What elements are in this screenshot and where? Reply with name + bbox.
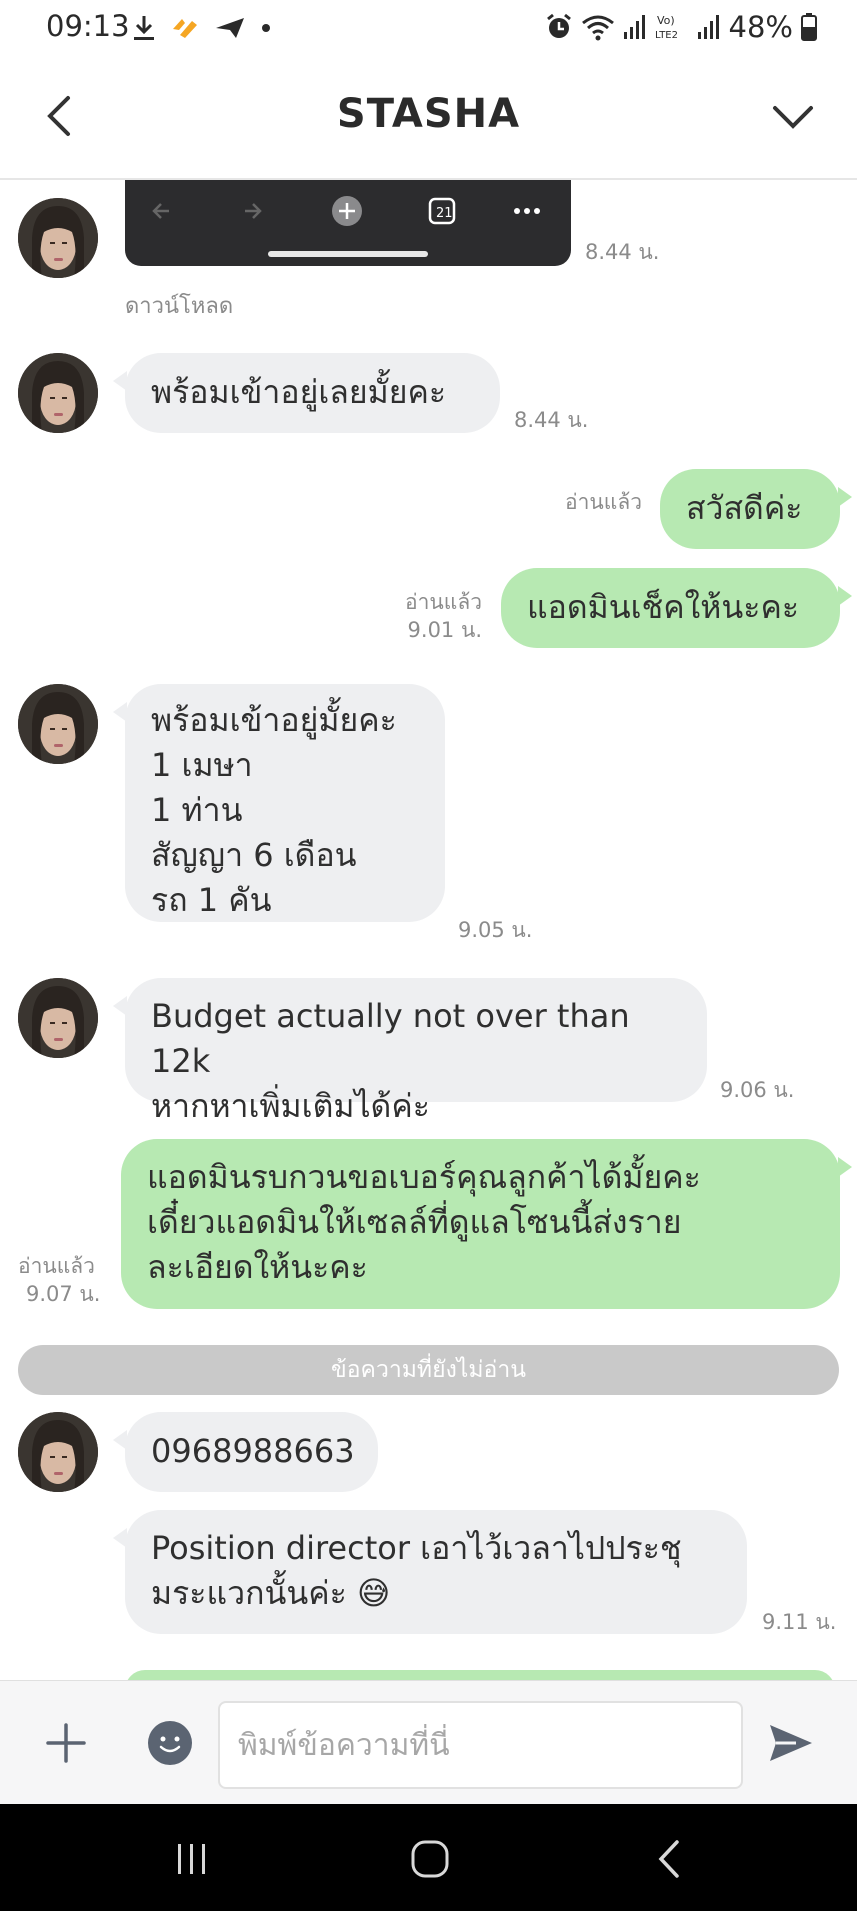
incoming-message[interactable]: พร้อมเข้าอยู่เลยมั้ยคะ bbox=[113, 353, 500, 433]
incoming-message[interactable]: Budget actually not over than 12k หากหาเ… bbox=[113, 978, 707, 1125]
avatar[interactable] bbox=[18, 1412, 98, 1492]
more-icon bbox=[514, 208, 540, 214]
avatar[interactable] bbox=[18, 353, 98, 433]
message-line: รถ 1 คัน bbox=[151, 881, 272, 919]
app-icon bbox=[173, 19, 197, 38]
message-time: 9.11 น. bbox=[762, 1610, 837, 1634]
home-indicator bbox=[268, 251, 428, 257]
message-line: 1 เมษา bbox=[151, 746, 253, 784]
signal-icon bbox=[623, 15, 645, 39]
volte-icon: Vo) LTE2 bbox=[655, 14, 678, 41]
unread-divider: ข้อความที่ยังไม่อ่าน bbox=[18, 1345, 839, 1395]
message-line: มระแวกนั้นค่ะ 😅 bbox=[151, 1574, 391, 1612]
message-line: หากหาเพิ่มเติมได้ค่ะ bbox=[151, 1087, 430, 1125]
avatar-image bbox=[18, 1412, 98, 1492]
image-attachment[interactable]: 21 bbox=[125, 180, 571, 266]
message-input[interactable] bbox=[218, 1701, 743, 1789]
wifi-icon bbox=[581, 15, 614, 41]
message-time: 9.01 น. bbox=[407, 618, 482, 642]
message-line: ละเอียดให้นะคะ bbox=[147, 1248, 368, 1286]
message-time: 9.05 น. bbox=[458, 918, 533, 942]
battery-percent: 48% bbox=[728, 10, 793, 44]
message-composer bbox=[0, 1680, 857, 1804]
message-line: แอดมินรบกวนขอเบอร์คุณลูกค้าได้มั้ยคะ bbox=[147, 1158, 701, 1196]
avatar-image bbox=[18, 684, 98, 764]
message-text: สวัสดีค่ะ bbox=[686, 489, 803, 527]
read-receipt: อ่านแล้ว bbox=[18, 1254, 95, 1278]
chat-messages[interactable]: 21 8.44 น. ดาวน์โหลด พร้อมเข้าอยู่เลยมั้… bbox=[0, 180, 857, 1680]
message-line: Position director เอาไว้เวลาไปประชุ bbox=[151, 1529, 682, 1567]
avatar[interactable] bbox=[18, 978, 98, 1058]
download-icon bbox=[134, 16, 154, 40]
back-icon[interactable] bbox=[645, 1834, 695, 1884]
system-icons: Vo) LTE2 48% bbox=[545, 9, 817, 45]
alarm-icon bbox=[546, 13, 571, 38]
send-icon[interactable] bbox=[766, 1719, 816, 1767]
avatar-image bbox=[18, 353, 98, 433]
read-receipt: อ่านแล้ว bbox=[405, 590, 482, 614]
message-line: สัญญา 6 เดือน bbox=[151, 836, 357, 874]
emoji-icon[interactable] bbox=[148, 1721, 192, 1765]
incoming-message[interactable]: Position director เอาไว้เวลาไปประชุ มระแ… bbox=[113, 1510, 747, 1634]
arrow-left-icon bbox=[152, 203, 169, 219]
outgoing-message[interactable] bbox=[125, 1670, 835, 1680]
outgoing-message[interactable]: แอดมินรบกวนขอเบอร์คุณลูกค้าได้มั้ยคะ เดี… bbox=[121, 1139, 852, 1309]
avatar[interactable] bbox=[18, 198, 98, 278]
chat-title: STASHA bbox=[336, 91, 521, 137]
message-line: พร้อมเข้าอยู่มั้ยคะ bbox=[151, 701, 397, 739]
message-text: 0968988663 bbox=[151, 1432, 355, 1470]
recent-apps-icon[interactable] bbox=[167, 1834, 217, 1884]
chevron-down-icon[interactable] bbox=[769, 96, 817, 136]
arrow-right-icon bbox=[245, 203, 262, 219]
svg-text:LTE2: LTE2 bbox=[655, 30, 678, 41]
incoming-message[interactable]: 0968988663 bbox=[113, 1412, 378, 1492]
download-link[interactable]: ดาวน์โหลด bbox=[125, 288, 233, 323]
incoming-message[interactable]: พร้อมเข้าอยู่มั้ยคะ 1 เมษา 1 ท่าน สัญญา … bbox=[113, 684, 445, 922]
home-icon[interactable] bbox=[405, 1834, 455, 1884]
send-icon bbox=[216, 18, 244, 38]
message-line: Budget actually not over than 12k bbox=[151, 997, 630, 1080]
status-time: 09:13 bbox=[46, 9, 130, 43]
message-time: 9.07 น. bbox=[26, 1282, 101, 1306]
signal-icon bbox=[697, 15, 719, 39]
read-receipt: อ่านแล้ว bbox=[565, 490, 642, 514]
outgoing-message[interactable]: แอดมินเช็คให้นะคะ bbox=[501, 568, 852, 648]
dot-icon bbox=[262, 24, 270, 32]
avatar-image bbox=[18, 198, 98, 278]
chat-header: STASHA bbox=[0, 56, 857, 180]
message-line: เดี๋ยวแอดมินให้เซลล์ที่ดูแลโซนนี้ส่งราย bbox=[147, 1203, 682, 1241]
svg-text:21: 21 bbox=[436, 206, 453, 221]
plus-icon[interactable] bbox=[44, 1721, 88, 1765]
message-line: 1 ท่าน bbox=[151, 791, 243, 829]
message-time: 8.44 น. bbox=[514, 408, 589, 432]
message-time: 9.06 น. bbox=[720, 1078, 795, 1102]
outgoing-message[interactable]: สวัสดีค่ะ bbox=[660, 469, 852, 549]
svg-text:Vo): Vo) bbox=[657, 14, 675, 27]
tabs-icon: 21 bbox=[428, 197, 456, 225]
message-text: แอดมินเช็คให้นะคะ bbox=[527, 588, 800, 626]
message-text: พร้อมเข้าอยู่เลยมั้ยคะ bbox=[151, 373, 447, 411]
avatar[interactable] bbox=[18, 684, 98, 764]
notification-icons bbox=[132, 12, 272, 44]
message-time: 8.44 น. bbox=[585, 240, 660, 264]
add-icon bbox=[332, 196, 362, 226]
system-nav-bar bbox=[0, 1804, 857, 1911]
battery-icon bbox=[801, 13, 817, 41]
avatar-image bbox=[18, 978, 98, 1058]
status-bar: 09:13 Vo) LTE2 48% bbox=[0, 0, 857, 56]
